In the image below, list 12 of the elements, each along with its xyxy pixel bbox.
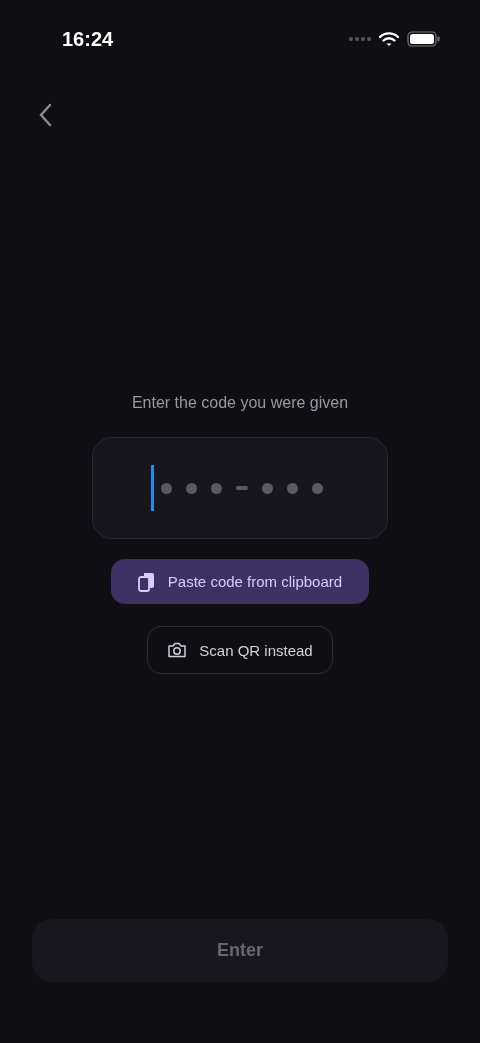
code-input-field[interactable] — [92, 437, 388, 539]
back-chevron-icon — [38, 103, 52, 127]
prompt-text: Enter the code you were given — [131, 394, 349, 412]
clipboard-icon — [137, 570, 156, 593]
scan-button[interactable]: Scan QR instead — [147, 626, 333, 674]
signal-icon — [349, 37, 371, 41]
status-time: 16:24 — [62, 27, 114, 51]
separator-dash — [236, 486, 248, 490]
battery-icon — [407, 31, 440, 47]
paste-button[interactable]: Paste code from clipboard — [111, 559, 369, 604]
wifi-icon — [379, 31, 399, 47]
camera-icon — [167, 642, 188, 658]
